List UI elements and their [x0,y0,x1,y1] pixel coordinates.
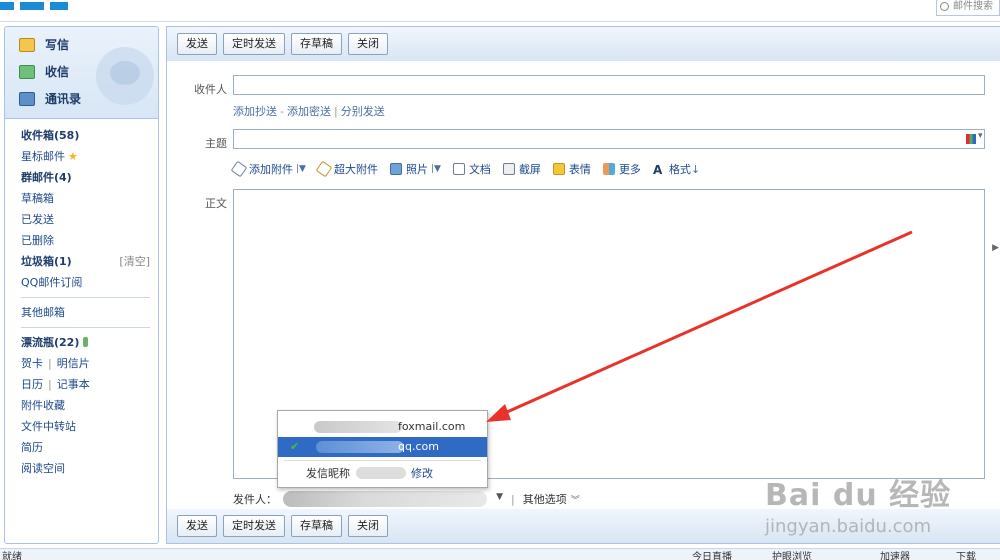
address-book-icon [19,91,35,106]
separate-send-link[interactable]: 分别发送 [341,105,385,118]
close-button[interactable]: 关闭 [348,515,388,537]
sender-option-qq[interactable]: ✔ qq.com [278,437,487,457]
card-link[interactable]: 贺卡 [21,357,43,370]
resume-link[interactable]: 简历 [21,437,158,458]
folder-drafts[interactable]: 草稿箱 [21,188,158,209]
receive-button[interactable]: 收信 [19,58,158,85]
scheduled-send-button[interactable]: 定时发送 [223,33,285,55]
color-label-icon[interactable] [966,131,983,144]
compose-toolbar-top: 发送 定时发送 存草稿 关闭 [167,27,1000,61]
smiley-icon [552,163,565,175]
sidebar-divider [21,297,150,298]
paperclip-icon [230,160,248,178]
blurred-address [316,441,404,453]
status-download[interactable]: 下载 [956,549,976,560]
screenshot-button[interactable]: 截屏 [502,161,541,177]
pencil-icon [19,37,35,52]
clear-trash-link[interactable]: [清空] [119,251,150,272]
big-attachment-button[interactable]: 超大附件 [315,160,378,178]
other-mailbox-link[interactable]: 其他邮箱 [21,302,158,323]
sender-nickname-row: 发信昵称 修改 [306,467,433,480]
folder-inbox[interactable]: 收件箱(58) [21,125,158,146]
other-options-toggle[interactable]: 其他选项 ︾ [523,491,580,507]
mail-search-input[interactable]: 邮件搜索 [936,0,1000,16]
folder-subscriptions[interactable]: QQ邮件订阅 [21,272,158,293]
chevron-down-icon[interactable]: |▼ [296,164,306,174]
sender-dropdown: foxmail.com ✔ qq.com 发信昵称 修改 [277,410,488,488]
left-sidebar: 写信 收信 通讯录 收件箱(58) 星标邮件 ★ 群邮件(4) 草稿箱 已发送 已… [4,26,159,544]
subject-input[interactable] [233,129,985,149]
save-draft-button[interactable]: 存草稿 [291,33,342,55]
attachments-link[interactable]: 附件收藏 [21,395,158,416]
photo-icon [389,163,402,175]
photo-button[interactable]: 照片 |▼ [389,161,441,177]
folder-trash[interactable]: 垃圾箱(1) [清空] [21,251,158,272]
screenshot-icon [502,163,515,175]
status-eye-care[interactable]: 护眼浏览 [772,549,812,560]
document-icon [452,163,465,175]
expand-right-icon[interactable]: ▶ [992,243,999,253]
dropdown-divider [284,460,481,461]
postcard-link[interactable]: 明信片 [57,357,90,370]
double-chevron-down-icon: ︾ [570,496,580,506]
search-icon [940,2,949,11]
more-button[interactable]: 更多 [602,161,641,177]
browser-status-bar: 就绪 今日直播 护眼浏览 加速器 下载 [0,548,1000,560]
blurred-address [314,421,402,433]
qq-mail-logo [0,0,110,10]
add-bcc-link[interactable]: 添加密送 [287,105,331,118]
compose-toolbar-bottom: 发送 定时发送 存草稿 关闭 [167,509,1000,543]
notebook-link[interactable]: 记事本 [57,378,90,391]
format-button[interactable]: A 格式 ↓ [652,161,700,178]
recipient-input[interactable] [233,75,985,95]
blurred-nickname [355,467,406,479]
star-icon: ★ [68,150,78,163]
grid-more-icon [602,163,615,175]
write-button[interactable]: 写信 [19,31,158,58]
body-label: 正文 [205,197,227,210]
calendar-link[interactable]: 日历 [21,378,43,391]
subject-label: 主题 [205,137,227,150]
status-accelerator[interactable]: 加速器 [880,549,910,560]
card-postcard-row: 贺卡 | 明信片 [21,357,90,370]
reading-space-link[interactable]: 阅读空间 [21,458,158,479]
format-toolbar: 添加附件 |▼ 超大附件 照片 |▼ 文档 截屏 表情 更多 A 格式 ↓ [230,160,712,178]
scheduled-send-button[interactable]: 定时发送 [223,515,285,537]
checkmark-icon: ✔ [290,440,300,453]
font-format-icon: A [652,163,663,177]
paperclip-gold-icon [315,160,333,178]
recipient-links: 添加抄送 - 添加密送 | 分别发送 [233,105,385,118]
sender-select[interactable] [283,491,503,507]
sidebar-actions: 写信 收信 通讯录 [5,27,158,119]
folder-group-mail[interactable]: 群邮件(4) [21,167,158,188]
bottle-icon [83,337,89,347]
save-draft-button[interactable]: 存草稿 [291,515,342,537]
send-button[interactable]: 发送 [177,515,217,537]
to-label: 收件人 [194,83,227,96]
sender-option-foxmail[interactable]: foxmail.com [278,417,487,437]
folder-deleted[interactable]: 已删除 [21,230,158,251]
sidebar-divider [21,327,150,328]
chevron-down-icon[interactable]: |▼ [431,164,441,174]
add-cc-link[interactable]: 添加抄送 [233,105,277,118]
close-button[interactable]: 关闭 [348,33,388,55]
top-bar: 邮件搜索 [0,0,1000,22]
contacts-button[interactable]: 通讯录 [19,85,158,112]
inbox-download-icon [19,64,35,79]
add-attachment-button[interactable]: 添加附件 |▼ [230,160,306,178]
status-live[interactable]: 今日直播 [692,549,732,560]
sender-row: 发件人： | 其他选项︾ [233,491,580,507]
calendar-notebook-row: 日历 | 记事本 [21,378,90,391]
send-button[interactable]: 发送 [177,33,217,55]
drift-bottle-link[interactable]: 漂流瓶(22) [21,332,158,353]
edit-nickname-link[interactable]: 修改 [411,467,433,480]
document-button[interactable]: 文档 [452,161,491,177]
folder-sent[interactable]: 已发送 [21,209,158,230]
emoji-button[interactable]: 表情 [552,161,591,177]
folder-starred[interactable]: 星标邮件 ★ [21,146,158,167]
file-transfer-link[interactable]: 文件中转站 [21,416,158,437]
folder-list: 收件箱(58) 星标邮件 ★ 群邮件(4) 草稿箱 已发送 已删除 垃圾箱(1)[… [5,119,158,479]
